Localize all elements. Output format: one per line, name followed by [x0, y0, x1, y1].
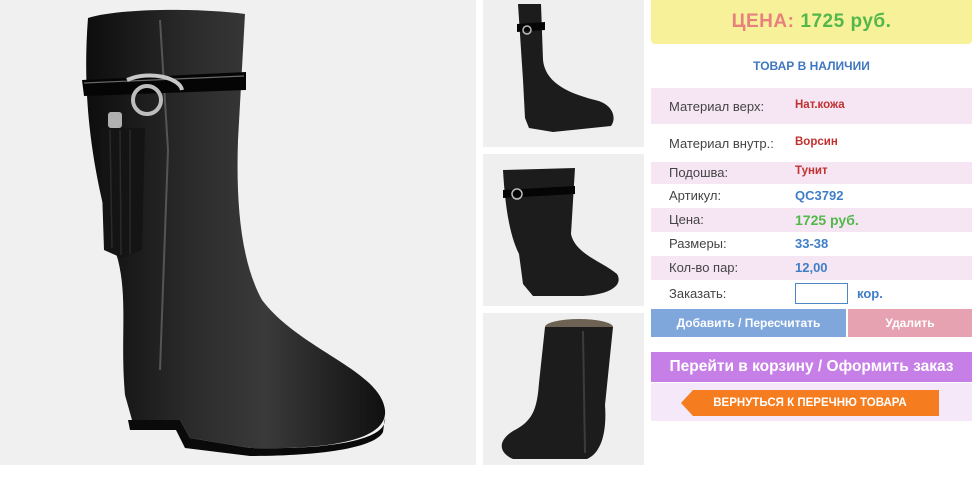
- product-info-panel: ЦЕНА: 1725 руб. ТОВАР В НАЛИЧИИ Материал…: [651, 0, 972, 482]
- property-label: Подошва:: [669, 165, 729, 180]
- boot-image: [0, 0, 476, 465]
- availability-status: ТОВАР В НАЛИЧИИ: [753, 59, 870, 73]
- property-value: 33-38: [795, 236, 829, 251]
- order-label: Заказать:: [669, 286, 727, 301]
- back-to-list-button[interactable]: ВЕРНУТЬСЯ К ПЕРЕЧНЮ ТОВАРА: [681, 390, 939, 416]
- property-row-price: Цена: 1725 руб.: [651, 208, 972, 232]
- go-to-cart-button[interactable]: Перейти в корзину / Оформить заказ: [651, 352, 972, 382]
- quantity-unit: кор.: [857, 286, 883, 301]
- property-label: Размеры:: [669, 236, 727, 251]
- price-value: 1725 руб.: [800, 11, 892, 32]
- property-label: Материал верх:: [669, 99, 765, 114]
- property-label: Материал внутр.:: [669, 136, 774, 151]
- property-value: Нат.кожа: [795, 99, 845, 111]
- back-button-container: ВЕРНУТЬСЯ К ПЕРЕЧНЮ ТОВАРА: [651, 383, 972, 421]
- price-banner: ЦЕНА: 1725 руб.: [651, 0, 972, 44]
- boot-thumbnail-image: [483, 154, 644, 306]
- boot-thumbnail-image: [483, 0, 644, 147]
- property-row-article: Артикул: QC3792: [651, 184, 972, 208]
- property-row-upper-material: Материал верх: Нат.кожа: [651, 88, 972, 124]
- property-row-pairs-count: Кол-во пар: 12,00: [651, 256, 972, 280]
- property-label: Цена:: [669, 212, 704, 227]
- main-product-photo: [0, 0, 476, 465]
- property-value: Тунит: [795, 165, 828, 177]
- thumbnail-1[interactable]: [483, 0, 644, 147]
- delete-button[interactable]: Удалить: [848, 309, 972, 337]
- add-recalculate-button[interactable]: Добавить / Пересчитать: [651, 309, 846, 337]
- property-label: Кол-во пар:: [669, 260, 739, 275]
- property-row-sizes: Размеры: 33-38: [651, 232, 972, 256]
- property-value: 12,00: [795, 260, 828, 275]
- property-value: Ворсин: [795, 136, 838, 148]
- properties-table: Материал верх: Нат.кожа Материал внутр.:…: [651, 88, 972, 280]
- property-row-inner-material: Материал внутр.: Ворсин: [651, 124, 972, 162]
- property-value: QC3792: [795, 188, 844, 203]
- quantity-input[interactable]: [795, 283, 848, 304]
- thumbnail-2[interactable]: [483, 154, 644, 306]
- order-row: Заказать: кор.: [651, 282, 972, 306]
- property-value: 1725 руб.: [795, 212, 859, 228]
- property-row-sole: Подошва: Тунит: [651, 162, 972, 184]
- price-label: ЦЕНА:: [731, 11, 795, 32]
- thumbnail-3[interactable]: [483, 313, 644, 465]
- boot-thumbnail-image: [483, 313, 644, 465]
- property-label: Артикул:: [669, 188, 722, 203]
